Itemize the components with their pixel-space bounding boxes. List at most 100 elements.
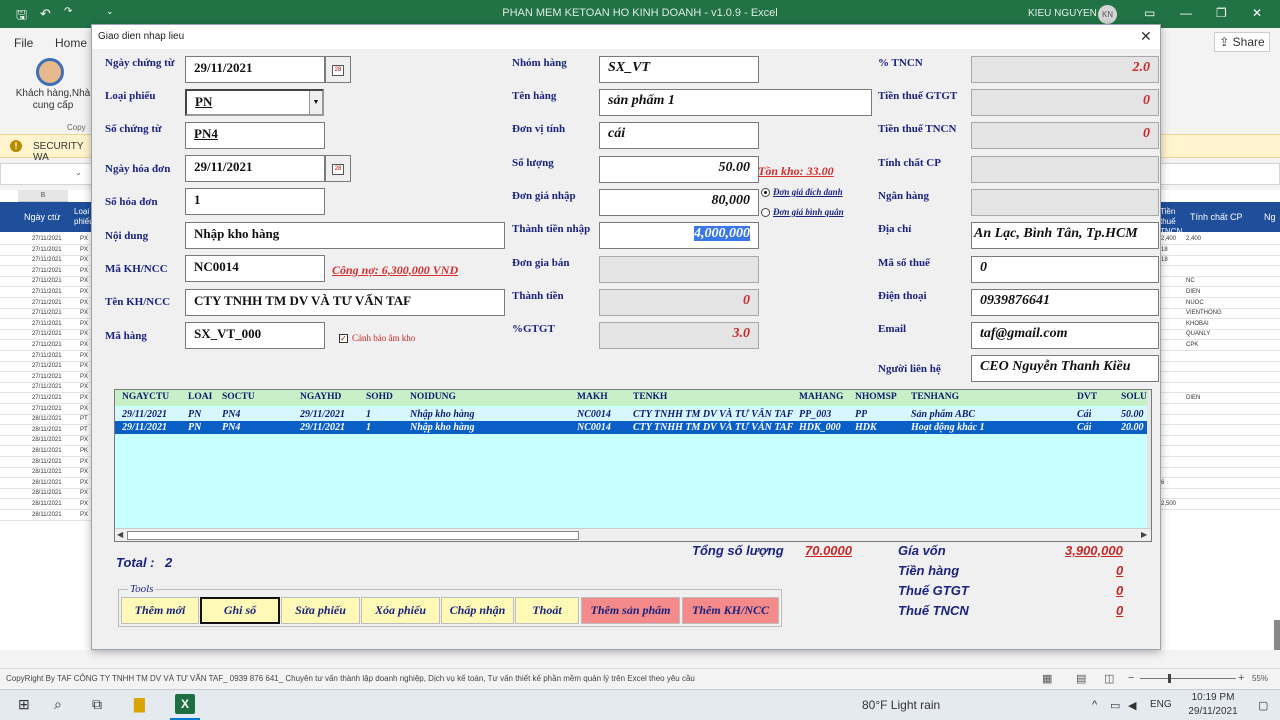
notifications-icon[interactable]: ▢ (1258, 699, 1268, 712)
sheet-row[interactable] (1160, 446, 1280, 457)
sheet-row[interactable] (1160, 404, 1280, 415)
so-hoa-don-field[interactable]: 1 (185, 188, 325, 215)
ngay-chung-tu-field[interactable]: 29/11/2021 (185, 56, 325, 83)
them-kh-ncc-button[interactable]: Thêm KH/NCC (682, 597, 779, 624)
sheet-row[interactable]: 2,500 (1160, 499, 1280, 510)
grid-column-header[interactable]: TENHANG (911, 392, 959, 402)
tncn-field[interactable]: 2.0 (971, 56, 1159, 83)
ma-hang-field[interactable]: SX_VT_000 (185, 322, 325, 349)
grid-column-header[interactable]: LOAI (188, 392, 212, 402)
so-chung-tu-field[interactable]: PN4 (185, 122, 325, 149)
sheet-row[interactable]: 27/11/2021 PX (0, 351, 92, 362)
page-layout-icon[interactable]: ▤ (1076, 672, 1086, 685)
loai-phieu-select[interactable]: PN (185, 89, 324, 116)
sheet-row[interactable] (1160, 372, 1280, 383)
sheet-row[interactable]: NC (1160, 276, 1280, 288)
task-view-icon[interactable]: ⧉ (92, 696, 102, 713)
sheet-row[interactable]: 18 (1160, 255, 1280, 267)
ma-so-thue-field[interactable]: 0 (971, 256, 1159, 283)
sheet-row[interactable]: 27/11/2021 PX (0, 308, 92, 320)
sheet-row[interactable]: 28/11/2021 PX (0, 499, 92, 510)
sheet-row[interactable] (1160, 435, 1280, 447)
don-vi-tinh-field[interactable]: cái (599, 122, 759, 149)
sheet-row[interactable]: 28/11/2021 PX (0, 467, 92, 479)
maximize-icon[interactable]: ❐ (1216, 6, 1227, 20)
share-button[interactable]: ⇪ Share (1214, 32, 1270, 52)
grid-row-selected[interactable]: 29/11/2021 PN PN4 29/11/2021 1 Nhập kho hàng N… (115, 421, 1147, 434)
sheet-row[interactable]: 27/11/2021 PX (0, 340, 92, 351)
formula-bar[interactable] (1160, 163, 1280, 185)
ten-hang-field[interactable]: sản phẩm 1 (599, 89, 872, 116)
sheet-row[interactable]: 28/11/2021 PX (0, 457, 92, 468)
dialog-close-button[interactable]: ✕ (1140, 28, 1152, 45)
sheet-row[interactable]: 27/11/2021 PX (0, 361, 92, 373)
don-gia-dich-danh-radio[interactable] (761, 188, 770, 197)
ma-kh-field[interactable]: NC0014 (185, 255, 325, 282)
sheet-row[interactable]: 27/11/2021 PX (0, 234, 92, 245)
excel-taskbar-icon[interactable]: X (175, 694, 195, 714)
grid-horizontal-scrollbar[interactable]: ◀ ▶ (115, 528, 1151, 541)
sheet-row[interactable]: VIENTHONG (1160, 308, 1280, 320)
grid-column-header[interactable]: MAHANG (799, 392, 843, 402)
sheet-row[interactable] (1160, 414, 1280, 426)
sheet-row[interactable]: DIEN (1160, 287, 1280, 298)
sheet-row[interactable]: 28/11/2021 PT (0, 414, 92, 426)
sheet-row[interactable]: 27/11/2021 PX (0, 372, 92, 383)
sheet-row[interactable]: 27/11/2021 PX (0, 393, 92, 404)
clock[interactable]: 10:19 PM 29/11/2021 (1178, 691, 1248, 719)
them-moi-button[interactable]: Thêm mới (121, 597, 199, 624)
grid-column-header[interactable]: SOHD (366, 392, 393, 402)
chevron-up-icon[interactable]: ^ (1092, 699, 1097, 711)
don-gia-binh-quan-radio[interactable] (761, 208, 770, 217)
sheet-row[interactable]: 27/11/2021 PX (0, 255, 92, 267)
sheet-row[interactable] (1160, 266, 1280, 277)
vertical-scrollbar[interactable] (1274, 620, 1280, 650)
grid-column-header[interactable]: MAKH (577, 392, 608, 402)
grid-column-header[interactable]: DVT (1077, 392, 1097, 402)
grid-column-header[interactable]: SOCTU (222, 392, 255, 402)
sheet-row[interactable]: 28/11/2021 PK (0, 446, 92, 457)
grid-column-header[interactable]: TENKH (633, 392, 667, 402)
ngay-hoa-don-field[interactable]: 29/11/2021 (185, 155, 325, 182)
xoa-phieu-button[interactable]: Xóa phiếu (361, 597, 440, 624)
grid-row[interactable]: 29/11/2021 PN PN4 29/11/2021 1 Nhập kho hàng N… (115, 408, 1147, 421)
grid-column-header[interactable]: NOIDUNG (410, 392, 456, 402)
sheet-row[interactable]: 28/11/2021 PX (0, 478, 92, 489)
thanh-tien-nhap-field[interactable]: 4,000,000 (599, 222, 759, 249)
windows-start-icon[interactable]: ⊞ (18, 696, 30, 713)
sheet-row[interactable] (1160, 467, 1280, 479)
minimize-icon[interactable]: — (1180, 6, 1192, 20)
don-gia-ban-field[interactable] (599, 256, 759, 283)
sheet-row[interactable]: 28/11/2021 PX (0, 488, 92, 500)
chevron-down-icon[interactable]: ▼ (309, 91, 322, 114)
sheet-row[interactable]: DIEN (1160, 393, 1280, 404)
dia-chi-field[interactable]: An Lạc, Bình Tân, Tp.HCM (971, 222, 1159, 249)
sheet-row[interactable]: QUANLY (1160, 329, 1280, 341)
don-gia-nhap-field[interactable]: 80,000 (599, 189, 759, 216)
sheet-row[interactable]: 27/11/2021 PX (0, 287, 92, 298)
tien-thue-gtgt-field[interactable]: 0 (971, 89, 1159, 116)
name-box[interactable]: ⌄ (0, 163, 92, 185)
nguoi-lien-he-field[interactable]: CEO Nguyễn Thanh Kiều (971, 355, 1159, 382)
canh-bao-am-kho-checkbox[interactable]: ✓ (339, 334, 348, 343)
language-indicator[interactable]: ENG (1150, 699, 1172, 710)
sheet-row[interactable]: 27/11/2021 PX (0, 404, 92, 415)
volume-icon[interactable]: ◀ (1128, 699, 1136, 712)
customer-supplier-button[interactable]: Khách hàng,Nhà cung cấp (8, 88, 98, 112)
voucher-grid[interactable]: NGAYCTU LOAI SOCTU NGAYHD SOHD NOIDUNG MAKH TEN… (114, 389, 1152, 542)
zoom-level[interactable]: 55% (1252, 674, 1268, 683)
grid-column-header[interactable]: NGAYHD (300, 392, 341, 402)
sheet-row[interactable] (1160, 425, 1280, 436)
calendar-icon[interactable]: 28 (325, 56, 351, 83)
close-icon[interactable]: ✕ (1252, 6, 1262, 20)
avatar[interactable]: KN (1098, 5, 1117, 24)
dien-thoai-field[interactable]: 0939876641 (971, 289, 1159, 316)
page-break-icon[interactable]: ◫ (1104, 672, 1114, 685)
weather-text[interactable]: 80°F Light rain (862, 698, 940, 712)
sheet-row[interactable]: 27/11/2021 PX (0, 266, 92, 277)
chap-nhan-button[interactable]: Chấp nhận (441, 597, 514, 624)
sheet-row[interactable]: 6 (1160, 478, 1280, 489)
sheet-row[interactable]: 27/11/2021 PX (0, 329, 92, 341)
zoom-in-icon[interactable]: + (1238, 672, 1244, 684)
zoom-slider-thumb[interactable] (1168, 674, 1171, 683)
